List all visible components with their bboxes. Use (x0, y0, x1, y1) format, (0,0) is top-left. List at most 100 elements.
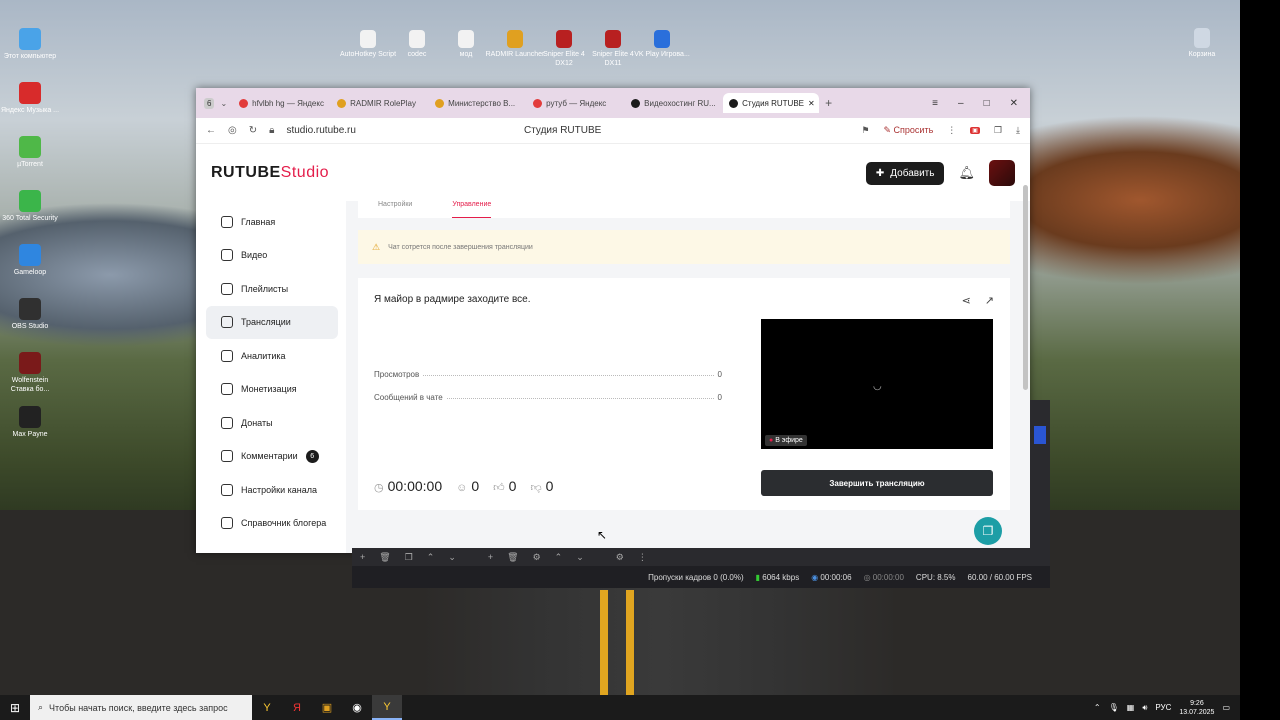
bookmark-icon[interactable]: ⚑ (861, 125, 869, 136)
browser-tab[interactable]: Министерство В... (429, 93, 525, 113)
share-icon[interactable]: ⋖ (962, 294, 971, 307)
close-icon[interactable]: ✕ (1010, 98, 1018, 109)
help-chat-button[interactable]: ❐ (974, 517, 1002, 545)
yandex-icon[interactable]: Я (282, 695, 312, 720)
sidebar-item[interactable]: Настройки канала (206, 473, 338, 507)
sidebar-item[interactable]: Трансляции (206, 305, 338, 339)
sidebar-item[interactable]: Справочник блогера (206, 507, 338, 541)
messages-value: 0 (717, 393, 722, 402)
start-button[interactable]: ⊞ (0, 701, 30, 715)
back-icon[interactable]: ← (206, 125, 216, 136)
notifications-icon[interactable]: ▭ (1222, 703, 1230, 712)
avatar[interactable] (989, 160, 1015, 186)
stream-preview[interactable]: ◡ В эфире (761, 319, 993, 449)
external-link-icon[interactable]: ↗ (985, 294, 994, 307)
obs-icon[interactable]: ◉ (342, 695, 372, 720)
collections-icon[interactable]: ❐ (994, 125, 1002, 136)
lang-indicator[interactable]: РУС (1155, 703, 1171, 712)
stream-duration: 00:00:00 (387, 478, 443, 494)
active-browser-icon[interactable]: Y (372, 695, 402, 720)
obs-settings-icon[interactable]: ⚙ (616, 552, 624, 563)
signal-icon: ▮ (755, 572, 761, 582)
desktop-icon-label: 360 Total Security (2, 215, 58, 222)
tab-settings[interactable]: Настройки (378, 201, 412, 218)
obs-add-icon[interactable]: + (360, 552, 365, 562)
radmir-icon[interactable]: ▣ (312, 695, 342, 720)
obs-more-icon[interactable]: ⋮ (638, 552, 647, 563)
extension-icon[interactable]: ▣ (970, 127, 980, 134)
obs-down-icon[interactable]: ⌄ (448, 552, 456, 563)
desktop-icon[interactable]: 360 Total Security (0, 190, 60, 223)
new-tab-button[interactable]: + (825, 96, 832, 110)
obs-up-icon[interactable]: ⌃ (427, 552, 435, 563)
clock[interactable]: 9:26 13.07.2025 (1179, 699, 1214, 717)
browser-tab[interactable]: hfvlbh hg — Яндекс (233, 93, 329, 113)
page-title: Студия RUTUBE (524, 125, 602, 136)
sidebar-item[interactable]: Главная (206, 205, 338, 239)
sidebar-item-label: Аналитика (241, 350, 286, 361)
obs-source-down-icon[interactable]: ⌄ (576, 552, 584, 563)
download-icon[interactable]: ⤓ (1016, 125, 1020, 136)
desktop-icon[interactable]: Gameloop (0, 244, 60, 277)
bell-icon[interactable]: 🔔︎ (958, 165, 975, 181)
page-scrollbar[interactable] (1023, 185, 1028, 390)
maximize-icon[interactable]: □ (984, 98, 990, 109)
tab-manage[interactable]: Управление (452, 201, 492, 218)
sidebar-item[interactable]: Видео (206, 239, 338, 273)
ask-button[interactable]: ✎ Спросить (883, 125, 933, 136)
browser-tab[interactable]: Студия RUTUBE ✕ (723, 93, 820, 113)
end-stream-button[interactable]: Завершить трансляцию (761, 470, 993, 496)
obs-gear-icon[interactable]: ⚙ (533, 552, 541, 563)
browser-tab[interactable]: рутуб — Яндекс (527, 93, 623, 113)
sidebar-item-label: Видео (241, 250, 268, 261)
app-icon (19, 406, 41, 428)
obs-selected-control[interactable] (1034, 426, 1046, 444)
desktop-icon[interactable]: VK Play Игрова... (632, 30, 692, 59)
recycle-bin-icon[interactable]: Корзина (1172, 28, 1232, 59)
sidebar-item[interactable]: Комментарии 6 (206, 440, 338, 474)
tab-label: рутуб — Яндекс (546, 98, 607, 108)
rutube-studio-logo[interactable]: RUTUBEStudio (211, 164, 329, 182)
search-icon: ⌕ (38, 702, 44, 712)
close-tab-icon[interactable]: ✕ (808, 99, 815, 108)
network-icon[interactable]: ▦ (1127, 703, 1135, 712)
sidebar-item[interactable]: Монетизация (206, 373, 338, 407)
desktop-icon[interactable]: OBS Studio (0, 298, 60, 331)
minimize-icon[interactable]: – (958, 98, 964, 109)
sidebar-item[interactable]: Донаты (206, 406, 338, 440)
obs-trash-source-icon[interactable]: 🗑︎ (507, 552, 518, 563)
reload-icon[interactable]: ↻ (249, 125, 257, 136)
desktop-icon[interactable]: Яндекс Музыка ... (0, 82, 60, 115)
sidebar-item[interactable]: Плейлисты (206, 272, 338, 306)
taskbar-search[interactable]: ⌕ Чтобы начать поиск, введите здесь запр… (30, 695, 252, 720)
desktop-icon[interactable]: µTorrent (0, 136, 60, 169)
menu-icon[interactable]: ≡ (932, 98, 938, 109)
obs-source-up-icon[interactable]: ⌃ (555, 552, 563, 563)
app-icon (605, 30, 621, 48)
obs-trash-icon[interactable]: 🗑︎ (379, 552, 390, 563)
favicon-icon (337, 98, 347, 108)
desktop-icon[interactable]: Wolfenstein Ставка бо... (0, 352, 60, 394)
obs-add-source-icon[interactable]: + (488, 552, 493, 562)
more-icon[interactable]: ⋮ (947, 125, 956, 136)
nav-icon (221, 383, 233, 396)
tab-count[interactable]: 6 (204, 97, 215, 109)
browser-tab[interactable]: RADMIR RolePlay (331, 93, 427, 113)
desktop-icon[interactable]: Этот компьютер (0, 28, 60, 61)
browser-tab[interactable]: Видеохостинг RU... (625, 93, 721, 113)
sidebar-item-label: Справочник блогера (241, 518, 327, 529)
warning-icon: ⚠ (372, 241, 381, 252)
mic-icon[interactable]: 🎙︎ (1109, 703, 1119, 712)
nav-icon (221, 249, 233, 262)
chevron-down-icon[interactable]: ⌄ (220, 99, 227, 108)
shield-icon[interactable]: ◎ (228, 125, 237, 136)
sidebar-item[interactable]: Аналитика (206, 339, 338, 373)
volume-icon[interactable]: 🔊︎ (1142, 703, 1147, 713)
url-field[interactable]: studio.rutube.ru (286, 125, 356, 136)
yandex-browser-icon[interactable]: Y (252, 695, 282, 720)
obs-copy-icon[interactable]: ❐ (405, 552, 413, 563)
chevron-up-icon[interactable]: ⌃ (1094, 703, 1101, 712)
desktop-icon[interactable]: Max Payne (0, 406, 60, 439)
add-button[interactable]: ✚ Добавить (865, 161, 945, 185)
road-line (600, 590, 608, 695)
